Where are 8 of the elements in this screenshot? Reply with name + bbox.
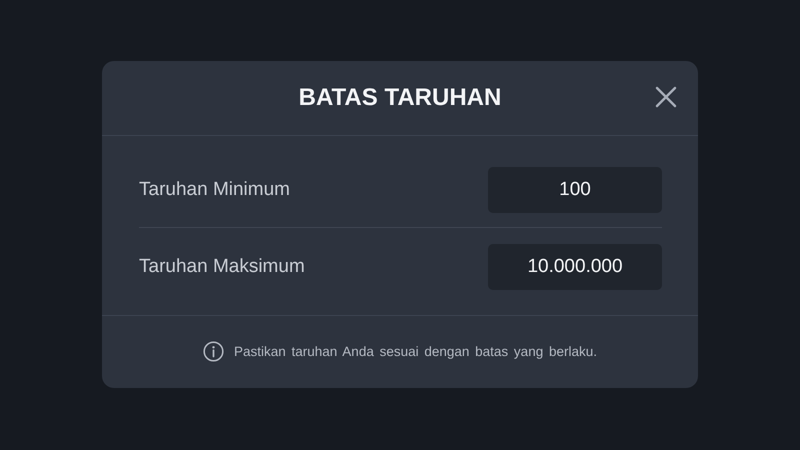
- dialog-title: BATAS TARUHAN: [298, 84, 502, 112]
- limit-value-field: 10.000.000: [488, 244, 662, 290]
- info-note: Pastikan taruhan Anda sesuai dengan batas yang berlaku.: [234, 344, 597, 358]
- limit-value-field: 100: [488, 166, 662, 212]
- info-icon: [202, 340, 224, 362]
- close-icon[interactable]: [655, 86, 677, 108]
- limit-label: Taruhan Maksimum: [139, 256, 305, 278]
- limit-label: Taruhan Minimum: [139, 178, 290, 200]
